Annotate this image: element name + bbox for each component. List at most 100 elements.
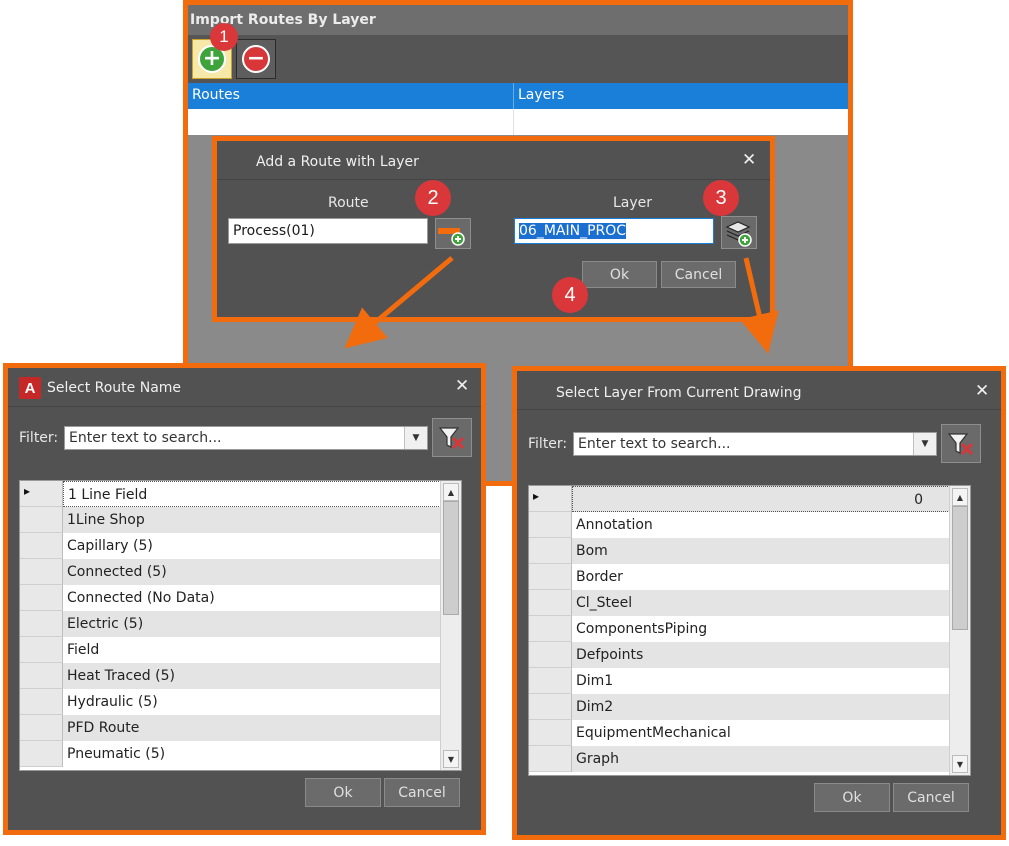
list-item[interactable]: Heat Traced (5)	[20, 663, 461, 689]
layer-list-grid[interactable]: ▸ 0 Annotation Bom Border Cl_Steel ComponentsP…	[528, 485, 971, 776]
row-header[interactable]	[20, 715, 63, 741]
list-item[interactable]: ComponentsPiping	[529, 616, 970, 642]
route-list-grid[interactable]: ▸ 1 Line Field 1Line Shop Capillary (5) Conn…	[19, 480, 462, 771]
row-header[interactable]	[20, 637, 63, 663]
arrow-to-route-dialog	[344, 256, 454, 349]
clear-filter-icon	[947, 432, 974, 455]
row-header[interactable]	[20, 507, 63, 533]
chevron-down-icon[interactable]: ▼	[404, 427, 427, 449]
row-label: ComponentsPiping	[576, 621, 708, 637]
list-item[interactable]: Defpoints	[529, 642, 970, 668]
route-dialog-close-icon[interactable]: ✕	[455, 378, 469, 395]
list-item[interactable]: ▸ 1 Line Field	[20, 481, 461, 507]
current-row-indicator-icon: ▸	[533, 489, 540, 503]
row-label: Border	[576, 569, 623, 585]
list-item[interactable]: EquipmentMechanical	[529, 720, 970, 746]
chevron-down-icon[interactable]: ▼	[913, 433, 936, 455]
row-header[interactable]	[529, 590, 572, 616]
layer-dialog-title: Select Layer From Current Drawing	[556, 385, 802, 401]
list-item[interactable]: Dim1	[529, 668, 970, 694]
row-header[interactable]	[529, 538, 572, 564]
list-item[interactable]: Pneumatic (5)	[20, 741, 461, 767]
row-value-cell: 0	[572, 486, 950, 512]
row-label: Dim1	[576, 673, 614, 689]
row-header[interactable]	[20, 533, 63, 559]
route-dialog-cancel-button[interactable]: Cancel	[384, 778, 460, 807]
row-header[interactable]	[20, 663, 63, 689]
row-label: Defpoints	[572, 642, 950, 668]
row-header[interactable]: ▸	[529, 486, 572, 512]
row-label: EquipmentMechanical	[576, 725, 731, 741]
row-header[interactable]	[529, 694, 572, 720]
layer-clear-filter-button[interactable]	[941, 424, 981, 463]
row-label: Graph	[572, 746, 950, 772]
scroll-up-icon[interactable]: ▲	[443, 483, 459, 501]
row-header[interactable]	[20, 689, 63, 715]
row-label: 1Line Shop	[63, 507, 441, 533]
row-header[interactable]	[20, 741, 63, 767]
row-header[interactable]	[529, 564, 572, 590]
route-clear-filter-button[interactable]	[432, 418, 472, 457]
row-label: Bom	[572, 538, 950, 564]
select-layer-dialog: Select Layer From Current Drawing ✕ Filt…	[512, 366, 1006, 840]
route-list-scrollbar[interactable]: ▲ ▼	[440, 481, 461, 770]
route-dialog-title: Select Route Name	[47, 380, 182, 396]
row-label: Dim2	[572, 694, 950, 720]
list-item[interactable]: ▸ 0	[529, 486, 970, 512]
list-item[interactable]: Bom	[529, 538, 970, 564]
route-dialog-ok-button[interactable]: Ok	[305, 778, 381, 807]
route-dialog-divider	[8, 406, 481, 407]
row-header[interactable]	[529, 746, 572, 772]
row-header[interactable]	[20, 611, 63, 637]
list-item[interactable]: Connected (5)	[20, 559, 461, 585]
list-item[interactable]: Annotation	[529, 512, 970, 538]
row-label: Hydraulic (5)	[67, 694, 158, 710]
list-item[interactable]: Cl_Steel	[529, 590, 970, 616]
layer-list-scrollbar[interactable]: ▲ ▼	[949, 486, 970, 775]
layer-filter-label: Filter:	[528, 436, 568, 452]
row-header[interactable]	[20, 559, 63, 585]
row-header[interactable]	[529, 720, 572, 746]
route-filter-placeholder: Enter text to search...	[69, 430, 222, 446]
row-label: PFD Route	[63, 715, 441, 741]
row-label: Connected (5)	[63, 559, 441, 585]
row-label: Pneumatic (5)	[67, 746, 166, 762]
list-item[interactable]: Electric (5)	[20, 611, 461, 637]
row-label: Electric (5)	[63, 611, 441, 637]
row-label: Field	[67, 642, 100, 658]
list-item[interactable]: Graph	[529, 746, 970, 772]
scroll-up-icon[interactable]: ▲	[952, 488, 968, 506]
list-item[interactable]: Connected (No Data)	[20, 585, 461, 611]
list-item[interactable]: Capillary (5)	[20, 533, 461, 559]
row-label: Capillary (5)	[67, 538, 153, 554]
row-header[interactable]	[529, 616, 572, 642]
row-label: Connected (No Data)	[67, 590, 215, 606]
list-item[interactable]: Dim2	[529, 694, 970, 720]
scroll-down-icon[interactable]: ▼	[952, 755, 968, 773]
row-header[interactable]	[529, 668, 572, 694]
list-item[interactable]: 1Line Shop	[20, 507, 461, 533]
list-item[interactable]: PFD Route	[20, 715, 461, 741]
scroll-thumb[interactable]	[952, 506, 968, 630]
select-route-dialog: A Select Route Name ✕ Filter: Enter text…	[3, 363, 486, 835]
list-item[interactable]: Border	[529, 564, 970, 590]
clear-filter-icon	[438, 426, 465, 449]
scroll-down-icon[interactable]: ▼	[443, 750, 459, 768]
layer-dialog-cancel-button[interactable]: Cancel	[893, 783, 969, 812]
row-label: Annotation	[576, 517, 653, 533]
layer-dialog-close-icon[interactable]: ✕	[975, 383, 989, 400]
list-item[interactable]: Hydraulic (5)	[20, 689, 461, 715]
layer-filter-combo[interactable]: Enter text to search... ▼	[573, 432, 937, 456]
scroll-thumb[interactable]	[443, 501, 459, 615]
list-item[interactable]: Field	[20, 637, 461, 663]
route-filter-combo[interactable]: Enter text to search... ▼	[64, 426, 428, 450]
row-header[interactable]	[20, 585, 63, 611]
row-header[interactable]	[529, 642, 572, 668]
layer-dialog-ok-button[interactable]: Ok	[814, 783, 890, 812]
row-label: 1 Line Field	[63, 481, 441, 507]
row-header[interactable]	[529, 512, 572, 538]
row-header[interactable]: ▸	[20, 481, 63, 507]
row-label: Heat Traced (5)	[63, 663, 441, 689]
autocad-logo-icon: A	[19, 377, 41, 399]
row-label: Cl_Steel	[572, 590, 950, 616]
